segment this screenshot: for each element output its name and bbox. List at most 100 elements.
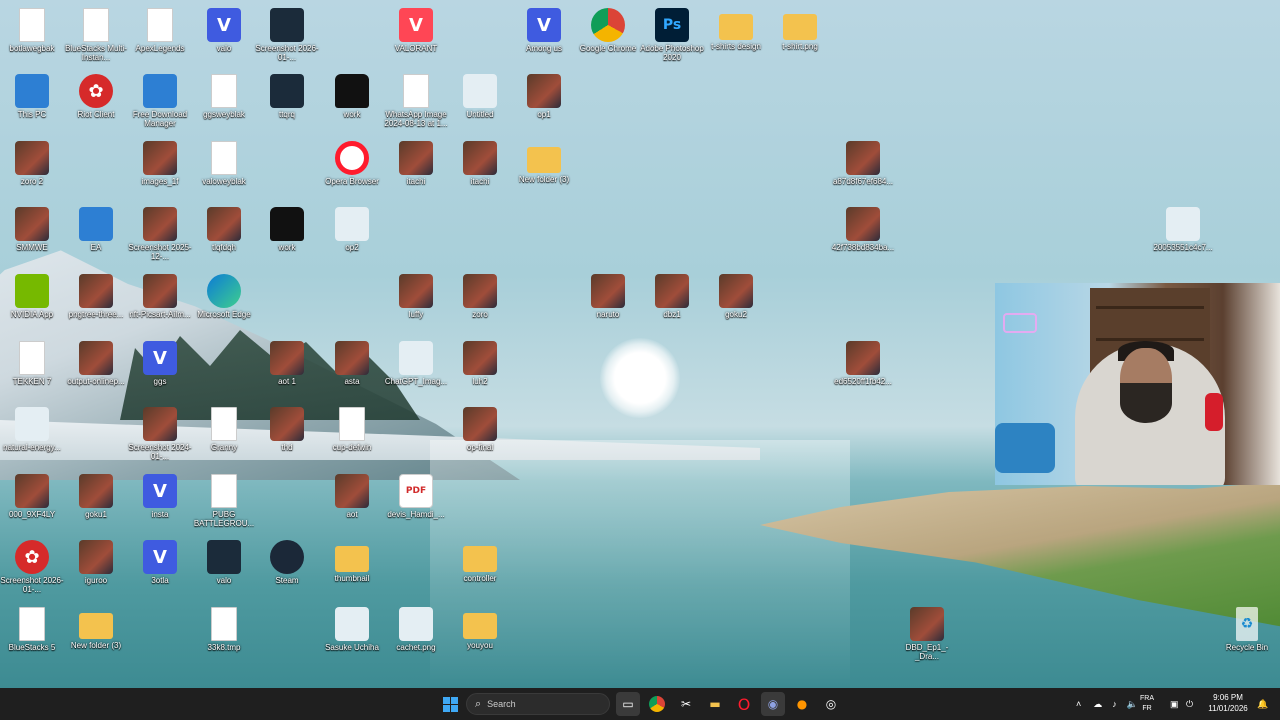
desktop-icon[interactable]: New folder (3): [64, 607, 128, 650]
task-view-button[interactable]: ▭: [616, 692, 640, 716]
desktop-icon[interactable]: aot 1: [255, 341, 319, 386]
opera-taskbar-icon[interactable]: O: [732, 692, 756, 716]
desktop-icon[interactable]: t-shirts design: [704, 8, 768, 51]
desktop-icon[interactable]: ttqrq: [255, 74, 319, 119]
desktop-icon[interactable]: Vvalo: [192, 8, 256, 53]
desktop-icon[interactable]: op1: [512, 74, 576, 119]
desktop-icon[interactable]: ♻ Recycle Bin: [1215, 607, 1279, 652]
desktop-icon[interactable]: valoweyblak: [192, 141, 256, 186]
discord-taskbar-icon[interactable]: ◉: [761, 692, 785, 716]
desktop-icon[interactable]: youyou: [448, 607, 512, 650]
desktop-icon[interactable]: aot: [320, 474, 384, 519]
start-button[interactable]: [438, 692, 462, 716]
desktop-icon[interactable]: asta: [320, 341, 384, 386]
file-explorer-icon[interactable]: ▬: [703, 692, 727, 716]
desktop-icon[interactable]: goku1: [64, 474, 128, 519]
desktop-icon[interactable]: DBD_Ep1_-_Dra...: [895, 607, 959, 661]
desktop-icon[interactable]: WhatsApp Image 2024-08-13 at 1...: [384, 74, 448, 128]
desktop-icon[interactable]: Free Download Manager: [128, 74, 192, 128]
desktop-icon[interactable]: nft-Picsart-AiIm...: [128, 274, 192, 319]
desktop-icon[interactable]: dbz1: [640, 274, 704, 319]
desktop-icon[interactable]: a87d8f67ef684...: [831, 141, 895, 186]
desktop-icon[interactable]: Vinsta: [128, 474, 192, 519]
desktop-icon[interactable]: Microsoft Edge: [192, 274, 256, 319]
desktop-icon[interactable]: iguroo: [64, 540, 128, 585]
desktop-icon[interactable]: V 3otla: [128, 540, 192, 585]
desktop-icon[interactable]: ChatGPT_Imag...: [384, 341, 448, 386]
desktop-icon[interactable]: 33k8.tmp: [192, 607, 256, 652]
desktop-icon[interactable]: Screenshot 2025-12-...: [128, 207, 192, 261]
desktop-icon[interactable]: cachet.png: [384, 607, 448, 652]
desktop-icon[interactable]: Granny: [192, 407, 256, 452]
desktop-icon[interactable]: valo: [192, 540, 256, 585]
desktop-icon[interactable]: Steam: [255, 540, 319, 585]
firefox-taskbar-icon[interactable]: ●: [790, 692, 814, 716]
desktop-icon[interactable]: BlueStacks Multi-Instan...: [64, 8, 128, 62]
desktop-icon[interactable]: itachi: [384, 141, 448, 186]
desktop-icon[interactable]: zoro: [448, 274, 512, 319]
desktop-icon[interactable]: Vggs: [128, 341, 192, 386]
microphone-icon[interactable]: ♪: [1112, 699, 1117, 709]
desktop-icon[interactable]: V Among us: [512, 8, 576, 53]
desktop-icon[interactable]: natural-energy...: [0, 407, 64, 452]
desktop-icon[interactable]: Sasuke Uchiha: [320, 607, 384, 652]
battery-icon[interactable]: ⏻: [1186, 688, 1193, 720]
desktop-icon[interactable]: ✿ Riot Client: [64, 74, 128, 119]
desktop-icon[interactable]: Screenshot 2026-01-...: [255, 8, 319, 62]
desktop-icon[interactable]: output-onlinep...: [64, 341, 128, 386]
desktop-icon[interactable]: EA: [64, 207, 128, 252]
desktop-icon[interactable]: NVIDIA App: [0, 274, 64, 319]
desktop[interactable]: botlawegbak BlueStacks Multi-Instan... Ape…: [0, 0, 1280, 688]
taskbar-search[interactable]: ⌕ Search: [466, 693, 610, 715]
desktop-icon[interactable]: luffy: [384, 274, 448, 319]
desktop-icon[interactable]: zoro 2: [0, 141, 64, 186]
desktop-icon[interactable]: pngtree-three...: [64, 274, 128, 319]
desktop-icon[interactable]: ggsweyblak: [192, 74, 256, 119]
onedrive-icon[interactable]: ☁: [1093, 699, 1102, 710]
desktop-icon[interactable]: New folder (3): [512, 141, 576, 184]
desktop-icon[interactable]: images_1f: [128, 141, 192, 186]
desktop-icon[interactable]: PDF devis_Hamdi_...: [384, 474, 448, 519]
desktop-icon[interactable]: itachi: [448, 141, 512, 186]
desktop-icon[interactable]: naruto: [576, 274, 640, 319]
desktop-icon[interactable]: TEKKEN 7: [0, 341, 64, 386]
chrome-taskbar-icon[interactable]: [645, 692, 669, 716]
desktop-icon[interactable]: ApexLegends: [128, 8, 192, 53]
desktop-icon[interactable]: work: [320, 74, 384, 119]
desktop-icon[interactable]: BlueStacks 5: [0, 607, 64, 652]
desktop-icon[interactable]: luh2: [448, 341, 512, 386]
desktop-icon[interactable]: controller: [448, 540, 512, 583]
desktop-icon[interactable]: tlqfdqh: [192, 207, 256, 252]
desktop-icon[interactable]: Opera Browser: [320, 141, 384, 186]
desktop-icon[interactable]: This PC: [0, 74, 64, 119]
clock[interactable]: 9:06 PM 11/01/2026: [1204, 692, 1252, 714]
desktop-icon[interactable]: t-shirt.png: [768, 8, 832, 51]
chevron-up-icon[interactable]: ˄: [1076, 699, 1081, 709]
desktop-icon[interactable]: PUBG BATTLEGROU...: [192, 474, 256, 528]
desktop-icon[interactable]: work: [255, 207, 319, 252]
speaker-icon[interactable]: 🔈: [1127, 699, 1138, 710]
desktop-icon[interactable]: Google Chrome: [576, 8, 640, 53]
desktop-icon[interactable]: V VALORANT: [384, 8, 448, 53]
desktop-icon[interactable]: 20053551c4c7...: [1151, 207, 1215, 252]
snipping-tool-icon[interactable]: ✂: [674, 692, 698, 716]
desktop-icon[interactable]: 42f738bd834ba...: [831, 207, 895, 252]
desktop-icon[interactable]: botlawegbak: [0, 8, 64, 53]
notification-bell-icon[interactable]: 🔔: [1257, 688, 1268, 720]
desktop-icon[interactable]: Ps Adobe Photoshop 2020: [640, 8, 704, 62]
desktop-icon[interactable]: ed6520ff1fb42...: [831, 341, 895, 386]
desktop-icon[interactable]: thumbnail: [320, 540, 384, 583]
desktop-icon[interactable]: cup-defwin: [320, 407, 384, 452]
desktop-icon[interactable]: 000_9XF4LY: [0, 474, 64, 519]
desktop-icon[interactable]: ✿ Screenshot 2026-01-...: [0, 540, 64, 594]
desktop-icon[interactable]: op-final: [448, 407, 512, 452]
network-icon[interactable]: ▣: [1170, 688, 1179, 720]
desktop-icon[interactable]: thd: [255, 407, 319, 452]
desktop-icon[interactable]: Screenshot 2024-01-...: [128, 407, 192, 461]
desktop-icon[interactable]: Untitled: [448, 74, 512, 119]
desktop-icon[interactable]: goku2: [704, 274, 768, 319]
language-indicator[interactable]: FRA FR: [1140, 688, 1154, 720]
obs-taskbar-icon[interactable]: ◎: [819, 692, 843, 716]
desktop-icon[interactable]: SMMWE: [0, 207, 64, 252]
desktop-icon[interactable]: op2: [320, 207, 384, 252]
